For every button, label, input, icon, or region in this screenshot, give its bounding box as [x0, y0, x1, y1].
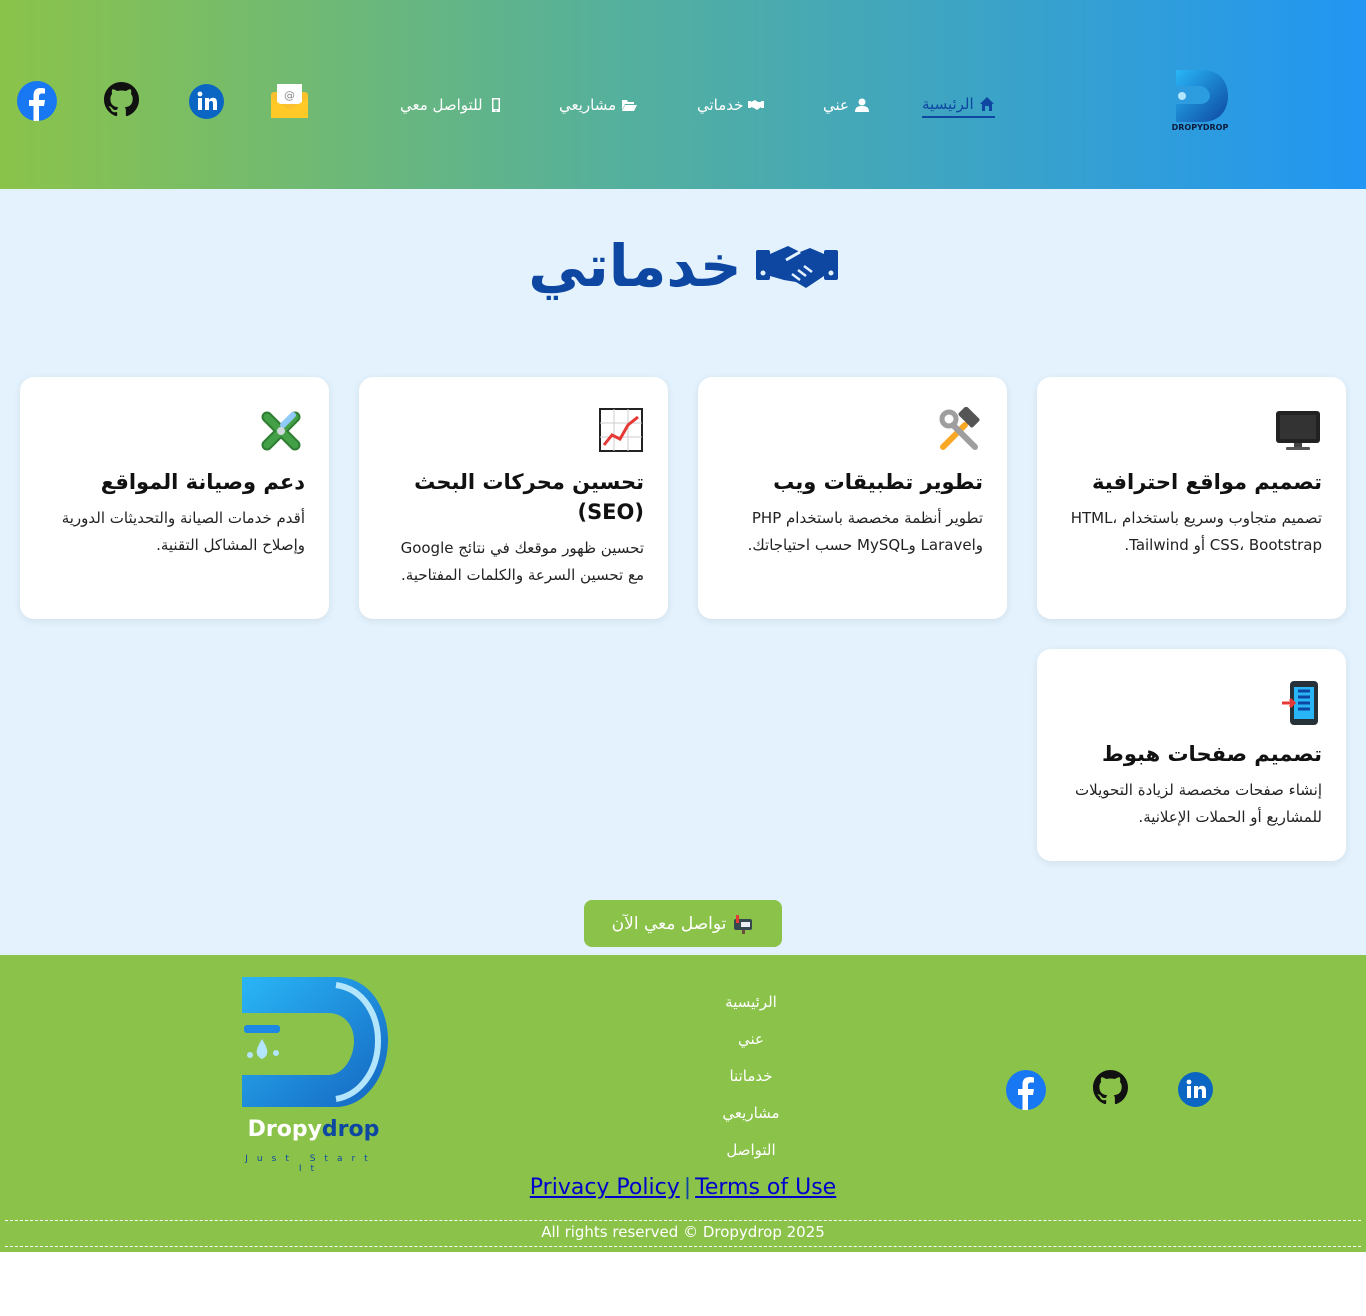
nav-services[interactable]: خدماتي — [697, 92, 765, 118]
home-icon — [979, 96, 994, 111]
services-title: خدماتي — [528, 232, 742, 300]
facebook-icon[interactable] — [17, 81, 57, 125]
service-card-title: تحسين محركات البحث (SEO) — [414, 470, 644, 524]
footer-divider-top — [5, 1220, 1361, 1221]
service-card-title: تصميم مواقع احترافية — [1091, 470, 1322, 494]
desktop-computer-icon — [1276, 411, 1320, 450]
nav-about-label: عني — [823, 96, 849, 114]
nav-services-label: خدماتي — [697, 96, 744, 114]
github-icon[interactable] — [104, 82, 139, 121]
site-header: DROPYDROP الرئيسية عني خدماتي مشاريعي لل… — [0, 0, 1366, 189]
nav-projects-label: مشاريعي — [559, 96, 617, 114]
logo-text: DROPYDROP — [1172, 123, 1229, 132]
brand-part1: Dropy — [247, 1117, 322, 1142]
hammer-wrench-icon — [939, 407, 980, 450]
github-icon[interactable] — [1093, 1070, 1128, 1109]
terms-of-use-link[interactable]: Terms of Use — [695, 1175, 836, 1200]
nav-home[interactable]: الرئيسية — [922, 92, 995, 118]
footer-link-services[interactable]: خدماتنا — [729, 1065, 772, 1102]
contact-now-button[interactable]: تواصل معي الآن — [584, 900, 782, 947]
folder-open-icon — [622, 100, 638, 111]
services-section: خدماتي تصميم مواقع احترافية تصميم متجاوب… — [0, 189, 1366, 955]
nav-contact-label: للتواصل معي — [400, 96, 483, 114]
service-card-desc: تحسين ظهور موقعك في نتائج Google مع تحسي… — [400, 539, 644, 584]
service-card-web-apps: تطوير تطبيقات ويب تطوير أنظمة مخصصة باست… — [698, 377, 1007, 619]
copyright: All rights reserved © Dropydrop 2025 — [541, 1223, 825, 1241]
facebook-icon[interactable] — [1006, 1070, 1046, 1114]
mobile-arrow-icon — [1282, 681, 1318, 725]
footer-link-about[interactable]: عني — [738, 1028, 764, 1065]
service-card-web-design: تصميم مواقع احترافية تصميم متجاوب وسريع … — [1037, 377, 1346, 619]
service-card-seo: تحسين محركات البحث (SEO) تحسين ظهور موقع… — [359, 377, 668, 619]
linkedin-icon[interactable] — [189, 84, 224, 123]
legal-separator: | — [683, 1175, 692, 1200]
footer-link-projects[interactable]: مشاريعي — [722, 1102, 779, 1139]
nav-projects[interactable]: مشاريعي — [559, 92, 638, 118]
service-card-desc: تصميم متجاوب وسريع باستخدام HTML، CSS، B… — [1070, 509, 1322, 554]
service-card-title: تطوير تطبيقات ويب — [773, 470, 983, 494]
service-card-maintenance: دعم وصيانة المواقع أقدم خدمات الصيانة وا… — [20, 377, 329, 619]
footer-nav: الرئيسية عني خدماتنا مشاريعي التواصل — [690, 991, 812, 1176]
brand-part2: drop — [321, 1117, 380, 1142]
handshake-icon — [755, 246, 838, 288]
mailbox-icon — [734, 914, 753, 934]
legal-links: Privacy Policy | Terms of Use — [0, 1175, 1366, 1200]
footer-link-contact[interactable]: التواصل — [726, 1139, 775, 1176]
nav-about[interactable]: عني — [823, 92, 870, 118]
service-card-title: تصميم صفحات هبوط — [1102, 742, 1322, 766]
site-footer: Dropydrop Just Start It الرئيسية عني خدم… — [0, 955, 1366, 1252]
nav-home-label: الرئيسية — [922, 94, 974, 113]
nav-contact[interactable]: للتواصل معي — [400, 92, 504, 118]
services-heading: خدماتي — [0, 237, 1366, 295]
footer-link-home[interactable]: الرئيسية — [725, 991, 777, 1028]
service-card-desc: تطوير أنظمة مخصصة باستخدام PHP وLaravel … — [747, 509, 983, 554]
handshake-icon — [748, 100, 765, 110]
tools-cross-icon — [261, 411, 301, 451]
footer-divider-bottom — [5, 1246, 1361, 1247]
footer-brand: Dropydrop — [236, 1117, 391, 1142]
service-card-desc: أقدم خدمات الصيانة والتحديثات الدورية وإ… — [61, 509, 305, 554]
contact-now-label: تواصل معي الآن — [611, 913, 727, 934]
service-card-landing: تصميم صفحات هبوط إنشاء صفحات مخصصة لزياد… — [1037, 649, 1346, 861]
svg-text:@: @ — [284, 89, 295, 102]
service-card-title: دعم وصيانة المواقع — [100, 470, 305, 494]
linkedin-icon[interactable] — [1178, 1072, 1213, 1111]
user-icon — [854, 98, 869, 112]
email-icon[interactable]: @ — [271, 84, 308, 122]
service-card-desc: إنشاء صفحات مخصصة لزيادة التحويلات للمشا… — [1075, 781, 1322, 826]
footer-tagline: Just Start It — [245, 1154, 377, 1174]
privacy-policy-link[interactable]: Privacy Policy — [530, 1175, 680, 1200]
site-logo[interactable]: DROPYDROP — [1170, 68, 1230, 132]
mobile-icon — [491, 98, 500, 112]
chart-increasing-icon — [599, 408, 643, 452]
